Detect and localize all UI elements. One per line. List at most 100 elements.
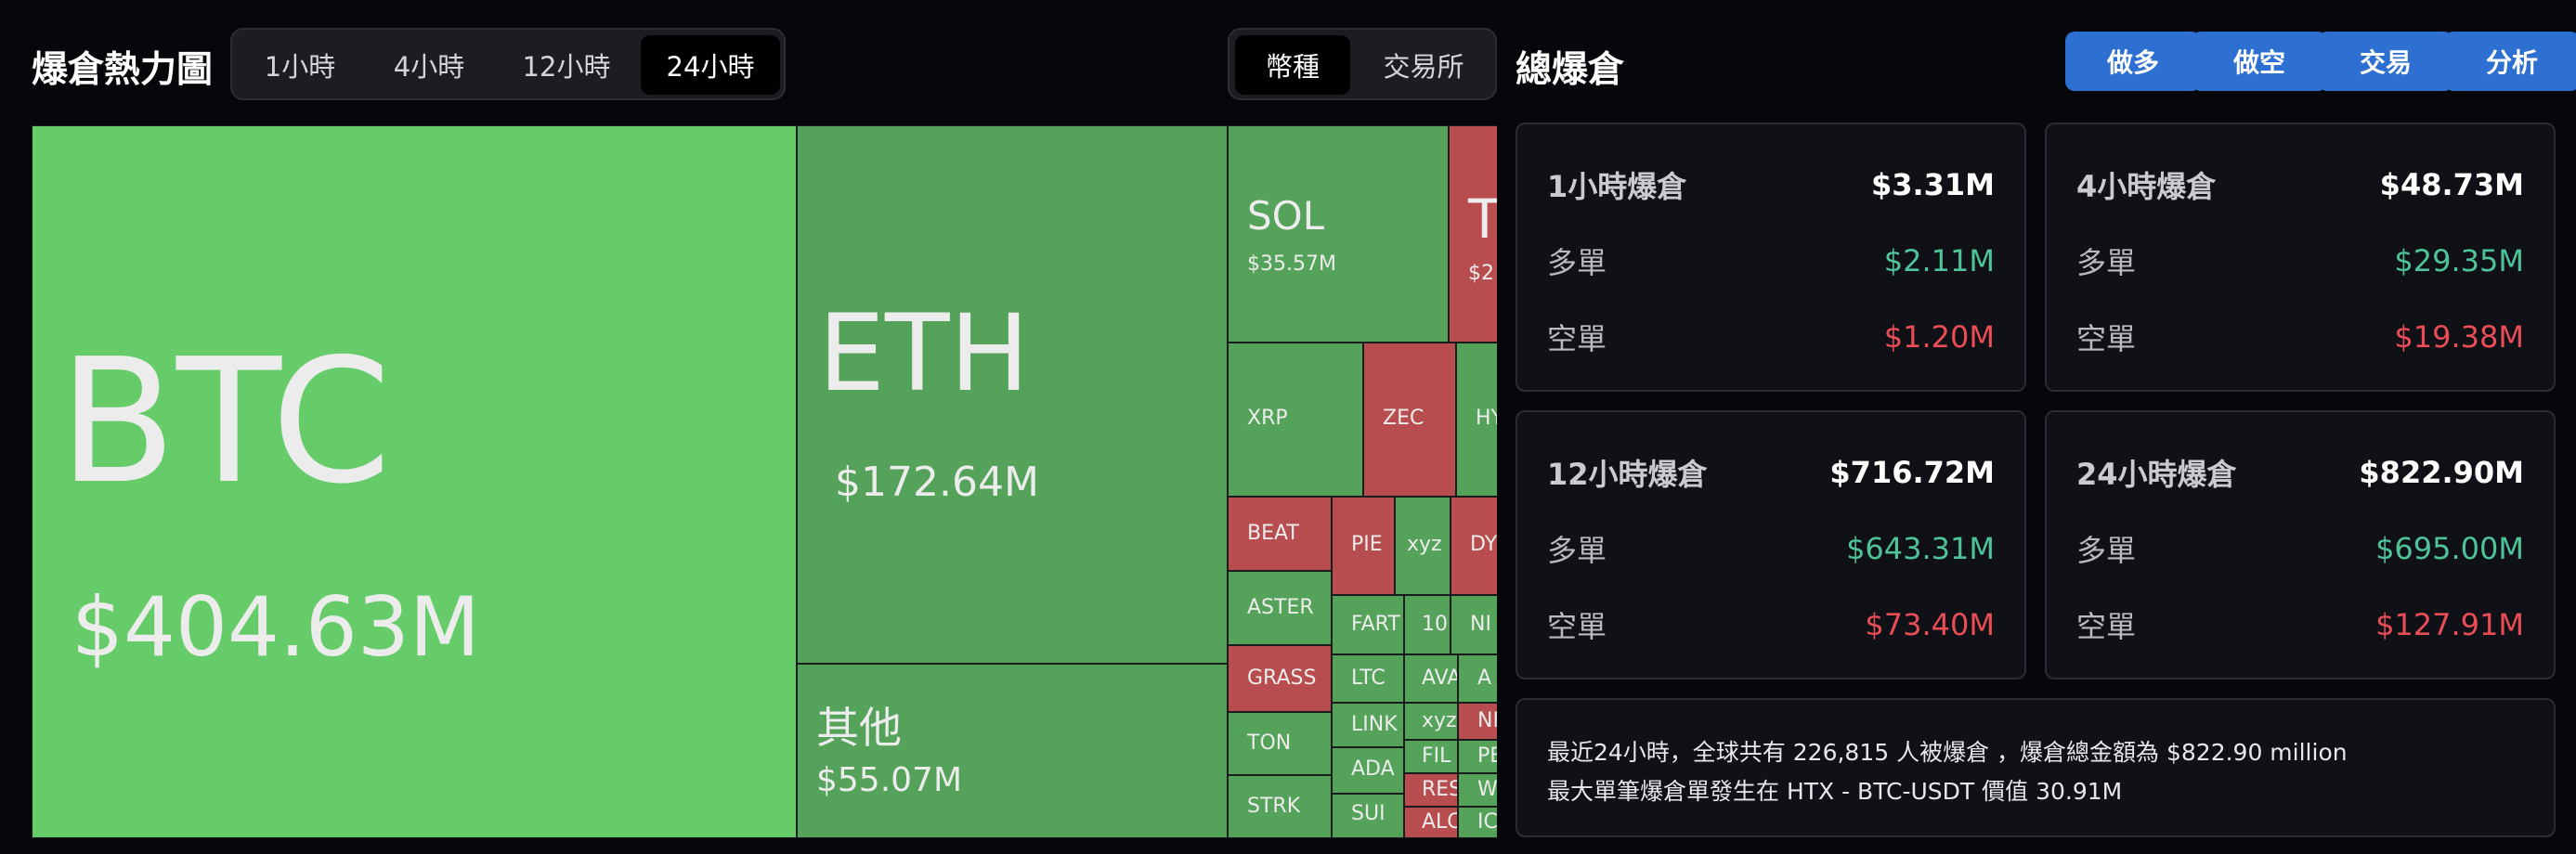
- heatmap-title: 爆倉熱力圖: [32, 49, 214, 91]
- summary-line-2: 最大單筆爆倉單發生在 HTX - BTC-USDT 價值 30.91M: [1547, 778, 2123, 805]
- tile-pie[interactable]: PIE: [1332, 497, 1395, 595]
- long-value: $695.00M: [2375, 531, 2524, 566]
- tile-aster[interactable]: ASTER: [1228, 571, 1332, 645]
- tile-symbol: PE: [1477, 744, 1497, 768]
- tab-24h[interactable]: 24小時: [641, 35, 780, 95]
- short-value: $73.40M: [1865, 607, 1995, 642]
- tile-link[interactable]: LINK: [1332, 703, 1404, 747]
- tile-symbol: FIL: [1422, 744, 1451, 768]
- tile-symbol: LINK: [1351, 713, 1398, 736]
- short-label: 空單: [2076, 321, 2137, 356]
- tile-symbol: ADA: [1351, 757, 1395, 781]
- tile-symbol: GRASS: [1247, 666, 1317, 690]
- tile-symbol: DY: [1470, 533, 1497, 556]
- period-total: $3.31M: [1870, 167, 1995, 202]
- short-label: 空單: [1547, 321, 1607, 356]
- tab-12h[interactable]: 12小時: [498, 35, 635, 95]
- tab-4h[interactable]: 4小時: [366, 35, 492, 95]
- tile-wa[interactable]: WA: [1458, 773, 1497, 807]
- tile-symbol: IC: [1477, 810, 1497, 834]
- tile-fil[interactable]: FIL: [1404, 740, 1458, 773]
- analysis-button[interactable]: 分析: [2444, 32, 2576, 91]
- stat-card-12h: 12小時爆倉 $716.72M 多單 $643.31M 空單 $73.40M: [1516, 410, 2026, 679]
- tile-symbol: WA: [1477, 778, 1497, 801]
- period-total: $716.72M: [1829, 455, 1995, 490]
- tile-symbol: ALC: [1422, 810, 1458, 834]
- tile-fart[interactable]: FART: [1332, 595, 1404, 654]
- tile-xrp[interactable]: XRP: [1228, 343, 1363, 497]
- tab-exchange[interactable]: 交易所: [1356, 35, 1491, 95]
- tile-res[interactable]: RES: [1404, 773, 1458, 807]
- tile-symbol: 10: [1422, 613, 1448, 636]
- tab-1h[interactable]: 1小時: [240, 35, 360, 95]
- tile-ic[interactable]: IC: [1458, 807, 1497, 838]
- tile-symbol: FART: [1351, 613, 1400, 636]
- long-button[interactable]: 做多: [2065, 32, 2201, 91]
- tile-ltc[interactable]: LTC: [1332, 654, 1404, 703]
- tile-symbol: PIE: [1351, 533, 1383, 556]
- tile-xyz-2[interactable]: xyz: [1404, 703, 1458, 740]
- liquidation-heatmap: BTC $404.63M ETH $172.64M 其他 $55.07M SOL…: [32, 125, 1497, 838]
- tile-zec[interactable]: ZEC: [1363, 343, 1456, 497]
- short-value: $1.20M: [1883, 319, 1995, 355]
- tile-btc[interactable]: BTC $404.63M: [32, 125, 797, 838]
- tile-symbol: XRP: [1247, 407, 1288, 430]
- tile-symbol: xyz: [1407, 533, 1442, 556]
- tile-value: $172.64M: [835, 459, 1039, 506]
- tile-ton[interactable]: TON: [1228, 712, 1332, 775]
- short-button[interactable]: 做空: [2192, 32, 2327, 91]
- tile-symbol: BEAT: [1247, 522, 1299, 545]
- tile-a[interactable]: A: [1458, 654, 1497, 703]
- tile-symbol: RES: [1422, 778, 1458, 801]
- long-value: $29.35M: [2394, 243, 2524, 278]
- tile-hy[interactable]: HY: [1456, 343, 1497, 497]
- group-by-tabs: 幣種 交易所: [1228, 28, 1497, 100]
- liquidation-summary: 最近24小時，全球共有 226,815 人被爆倉 ，爆倉總金額為 $822.90…: [1516, 698, 2556, 837]
- tile-nn[interactable]: NN: [1458, 703, 1497, 740]
- tile-eth[interactable]: ETH $172.64M: [797, 125, 1228, 664]
- tile-sui[interactable]: SUI: [1332, 794, 1404, 838]
- tile-others[interactable]: 其他 $55.07M: [797, 664, 1228, 838]
- tile-t[interactable]: T $2: [1449, 125, 1497, 343]
- tile-symbol: SOL: [1247, 193, 1325, 239]
- period-total: $822.90M: [2359, 455, 2524, 490]
- tile-alc[interactable]: ALC: [1404, 807, 1458, 838]
- short-value: $19.38M: [2394, 319, 2524, 355]
- tile-sol[interactable]: SOL $35.57M: [1228, 125, 1449, 343]
- tile-beat[interactable]: BEAT: [1228, 497, 1332, 571]
- short-label: 空單: [1547, 609, 1607, 644]
- tile-10[interactable]: 10: [1404, 595, 1451, 654]
- tab-coin[interactable]: 幣種: [1235, 35, 1350, 95]
- period-label: 24小時爆倉: [2076, 457, 2237, 492]
- tile-pe[interactable]: PE: [1458, 740, 1497, 773]
- time-range-tabs: 1小時 4小時 12小時 24小時: [230, 28, 786, 100]
- tile-symbol: ETH: [818, 291, 1030, 415]
- tile-symbol: T: [1468, 188, 1497, 251]
- long-value: $643.31M: [1846, 531, 1995, 566]
- long-label: 多單: [2076, 533, 2137, 568]
- tile-xyz[interactable]: xyz: [1395, 497, 1451, 595]
- tile-symbol: TON: [1247, 731, 1292, 755]
- long-value: $2.11M: [1883, 243, 1995, 278]
- trade-button[interactable]: 交易: [2318, 32, 2453, 91]
- tile-ava[interactable]: AVA: [1404, 654, 1458, 703]
- tile-strk[interactable]: STRK: [1228, 775, 1332, 838]
- total-liquidation-title: 總爆倉: [1516, 49, 1625, 91]
- tile-symbol: BTC: [59, 321, 392, 522]
- tile-symbol: ZEC: [1383, 407, 1425, 430]
- tile-dy[interactable]: DY: [1451, 497, 1497, 595]
- tile-symbol: 其他: [816, 703, 902, 753]
- period-label: 1小時爆倉: [1547, 169, 1687, 204]
- tile-ni[interactable]: NI: [1451, 595, 1497, 654]
- short-value: $127.91M: [2375, 607, 2524, 642]
- tile-symbol: NI: [1470, 613, 1491, 636]
- tile-symbol: A: [1477, 666, 1492, 690]
- period-total: $48.73M: [2379, 167, 2524, 202]
- stat-card-4h: 4小時爆倉 $48.73M 多單 $29.35M 空單 $19.38M: [2045, 123, 2556, 392]
- tile-ada[interactable]: ADA: [1332, 747, 1404, 794]
- tile-grass[interactable]: GRASS: [1228, 645, 1332, 712]
- tile-value: $35.57M: [1247, 252, 1336, 276]
- long-label: 多單: [1547, 533, 1607, 568]
- tile-symbol: STRK: [1247, 795, 1301, 818]
- long-label: 多單: [2076, 245, 2137, 280]
